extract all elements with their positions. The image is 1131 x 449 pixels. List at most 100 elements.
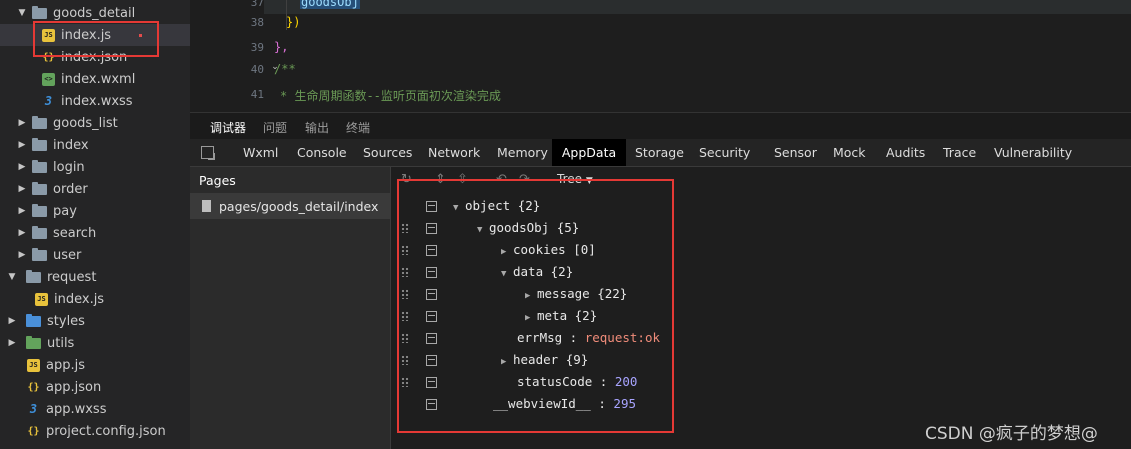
code-line: /**	[274, 62, 296, 76]
tab-security[interactable]: Security	[699, 139, 750, 166]
tree-item-label: index	[53, 137, 89, 153]
tree-item-label: project.config.json	[46, 423, 166, 439]
tree-file-app-js[interactable]: JS app.js	[0, 354, 190, 376]
tree-item-label: goods_detail	[53, 5, 136, 21]
tree-folder-styles[interactable]: ▶ styles	[0, 310, 190, 332]
folder-icon	[26, 335, 41, 349]
chevron-down-icon[interactable]: ▼	[5, 272, 19, 282]
chevron-down-icon[interactable]: ▼	[15, 8, 29, 18]
chevron-right-icon[interactable]: ▶	[5, 338, 19, 348]
chevron-right-icon[interactable]: ▶	[15, 228, 29, 238]
line-number: 41	[250, 88, 264, 101]
tree-item-label: index.js	[54, 291, 105, 307]
document-icon	[202, 200, 211, 212]
pages-header: Pages	[199, 173, 236, 188]
watermark: CSDN @疯子的梦想@	[925, 424, 1098, 444]
tab-terminal[interactable]: 终端	[346, 119, 370, 136]
wxml-file-icon: <>	[42, 72, 55, 86]
css-file-icon: 3	[44, 93, 53, 108]
page-list-item[interactable]: pages/goods_detail/index	[190, 193, 390, 219]
tree-item-label: order	[53, 181, 88, 197]
tab-storage[interactable]: Storage	[635, 139, 684, 166]
tree-item-label: search	[53, 225, 97, 241]
tree-file-app-wxss[interactable]: 3 app.wxss	[0, 398, 190, 420]
tab-memory[interactable]: Memory	[497, 139, 548, 166]
tree-item-label: goods_list	[53, 115, 118, 131]
chevron-right-icon[interactable]: ▶	[15, 250, 29, 260]
tree-item-label: index.wxml	[61, 71, 136, 87]
tab-console[interactable]: Console	[297, 139, 347, 166]
appdata-pane: ↻ ⇕ ⇳ ↶ ↷ Tree ▼ ▼ object {2} ▼ goodsObj {…	[391, 167, 1131, 449]
devtools-top-tabs: 调试器 问题 输出 终端	[190, 112, 1131, 143]
highlight-box	[397, 179, 674, 433]
tree-folder-request[interactable]: ▼ request	[0, 266, 190, 288]
code-editor[interactable]: 37 goodsObj 38 }) 39 }, 40 ⌄ /** 41 * 生命…	[190, 0, 1131, 110]
line-number: 40	[250, 63, 264, 76]
folder-icon	[32, 159, 47, 173]
tab-debugger[interactable]: 调试器	[210, 119, 247, 143]
chevron-right-icon[interactable]: ▶	[15, 118, 29, 128]
tab-vulnerability[interactable]: Vulnerability	[994, 139, 1072, 166]
tab-wxml[interactable]: Wxml	[243, 139, 278, 166]
js-file-icon: JS	[35, 292, 48, 306]
tree-file-index-wxss[interactable]: 3 index.wxss	[0, 90, 190, 112]
tree-file-project-config[interactable]: {} project.config.json	[0, 420, 190, 442]
folder-icon	[32, 181, 47, 195]
tree-item-label: request	[47, 269, 97, 285]
json-file-icon: {}	[27, 381, 40, 393]
page-path: pages/goods_detail/index	[219, 198, 379, 214]
chevron-right-icon[interactable]: ▶	[15, 162, 29, 172]
tab-problems[interactable]: 问题	[263, 119, 287, 136]
line-number: 39	[250, 41, 264, 54]
chevron-right-icon[interactable]: ▶	[15, 206, 29, 216]
folder-icon	[32, 225, 47, 239]
tree-folder-pay[interactable]: ▶ pay	[0, 200, 190, 222]
tab-trace[interactable]: Trace	[943, 139, 976, 166]
folder-icon	[32, 137, 47, 151]
chevron-right-icon[interactable]: ▶	[15, 184, 29, 194]
folder-icon	[32, 247, 47, 261]
folder-icon	[32, 203, 47, 217]
chevron-right-icon[interactable]: ▶	[5, 316, 19, 326]
tree-item-label: pay	[53, 203, 77, 219]
tree-item-label: utils	[47, 335, 75, 351]
tab-appdata[interactable]: AppData	[552, 139, 626, 166]
tree-folder-utils[interactable]: ▶ utils	[0, 332, 190, 354]
tree-folder-search[interactable]: ▶ search	[0, 222, 190, 244]
tab-mock[interactable]: Mock	[833, 139, 866, 166]
tree-item-label: login	[53, 159, 85, 175]
devtools-panel-tabs: Wxml Console Sources Network Memory AppD…	[190, 139, 1131, 167]
inspect-element-icon[interactable]	[201, 146, 214, 159]
folder-open-icon	[32, 5, 47, 19]
tab-output[interactable]: 输出	[305, 119, 329, 136]
css-file-icon: 3	[29, 401, 38, 416]
tree-folder-index[interactable]: ▶ index	[0, 134, 190, 156]
tree-folder-goods-list[interactable]: ▶ goods_list	[0, 112, 190, 134]
file-explorer: ▼ goods_detail JS index.js {} index.json…	[0, 0, 190, 449]
json-file-icon: {}	[27, 425, 40, 437]
tree-file-index-wxml[interactable]: <> index.wxml	[0, 68, 190, 90]
code-line: goodsObj	[300, 0, 360, 9]
tab-network[interactable]: Network	[428, 139, 480, 166]
tree-item-label: index.wxss	[61, 93, 133, 109]
tab-sensor[interactable]: Sensor	[774, 139, 817, 166]
highlight-box	[33, 21, 159, 57]
chevron-right-icon[interactable]: ▶	[15, 140, 29, 150]
tree-file-app-json[interactable]: {} app.json	[0, 376, 190, 398]
tab-sources[interactable]: Sources	[363, 139, 412, 166]
tree-folder-login[interactable]: ▶ login	[0, 156, 190, 178]
line-number: 37	[250, 0, 264, 9]
line-number: 38	[250, 16, 264, 29]
pages-pane: Pages pages/goods_detail/index	[190, 167, 391, 449]
tab-audits[interactable]: Audits	[886, 139, 925, 166]
code-line: })	[286, 15, 301, 29]
tree-folder-user[interactable]: ▶ user	[0, 244, 190, 266]
js-file-icon: JS	[27, 358, 40, 372]
tree-item-label: styles	[47, 313, 85, 329]
tree-item-label: app.js	[46, 357, 85, 373]
tree-file-request-index-js[interactable]: JS index.js	[0, 288, 190, 310]
code-line: * 生命周期函数--监听页面初次渲染完成	[280, 89, 501, 103]
tree-item-label: app.wxss	[46, 401, 107, 417]
tree-folder-order[interactable]: ▶ order	[0, 178, 190, 200]
code-line: },	[274, 40, 289, 54]
